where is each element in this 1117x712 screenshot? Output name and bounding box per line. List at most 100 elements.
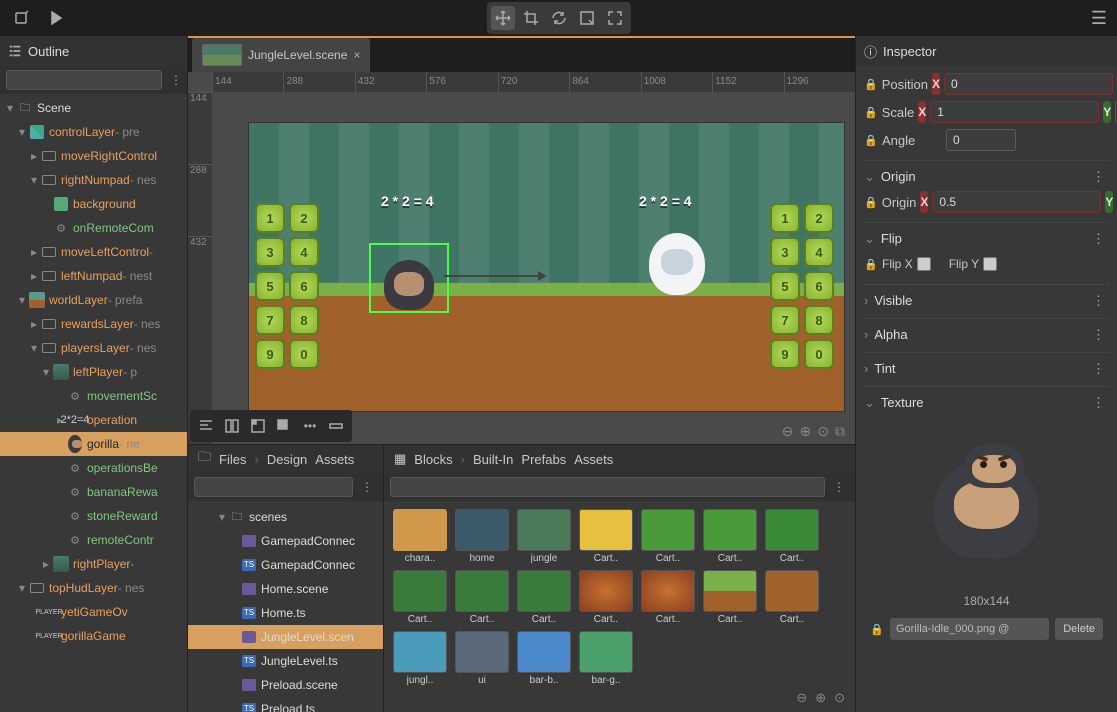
numkey-7[interactable]: 7	[255, 305, 285, 335]
outline-menu-icon[interactable]: ⋮	[166, 73, 186, 87]
origin-section[interactable]: ⌄Origin ⋮	[864, 160, 1109, 188]
lock-icon[interactable]: 🔒	[864, 78, 878, 91]
angle-input[interactable]	[946, 129, 1016, 151]
tab-jungle-level[interactable]: JungleLevel.scene ×	[192, 38, 370, 72]
more-icon[interactable]: •••	[298, 414, 322, 438]
tree-item-yetiGameOv[interactable]: PLAYERyetiGameOv	[0, 600, 187, 624]
blocks-search-input[interactable]	[390, 477, 825, 497]
section-menu-icon[interactable]: ⋮	[1088, 361, 1109, 377]
numkey-1[interactable]: 1	[770, 203, 800, 233]
window-icon[interactable]	[246, 414, 270, 438]
tree-item-operation[interactable]: ▸2*2=4operation	[0, 408, 187, 432]
asset-vine[interactable]: Cart..	[392, 570, 448, 625]
file-Home.scene[interactable]: Home.scene	[188, 577, 383, 601]
file-Home.ts[interactable]: TSHome.ts	[188, 601, 383, 625]
align-left-icon[interactable]	[194, 414, 218, 438]
asset-dirt[interactable]: Cart..	[764, 570, 820, 625]
numkey-8[interactable]: 8	[804, 305, 834, 335]
zoom-in-icon[interactable]: ⊕	[800, 423, 812, 440]
numkey-3[interactable]: 3	[255, 237, 285, 267]
flipy-checkbox[interactable]	[983, 257, 997, 271]
tree-item-stoneReward[interactable]: ⚙stoneReward	[0, 504, 187, 528]
numkey-9[interactable]: 9	[255, 339, 285, 369]
grid-icon[interactable]	[272, 414, 296, 438]
bc-assets2[interactable]: Assets	[574, 452, 613, 467]
numkey-2[interactable]: 2	[804, 203, 834, 233]
asset-chara[interactable]: chara..	[392, 509, 448, 564]
snap-tool-icon[interactable]	[575, 6, 599, 30]
numkey-0[interactable]: 0	[289, 339, 319, 369]
scale-x-input[interactable]	[930, 101, 1099, 123]
alpha-section[interactable]: ›Alpha ⋮	[864, 318, 1109, 346]
bc-blocks[interactable]: Blocks	[414, 452, 452, 467]
files-menu-icon[interactable]: ⋮	[357, 480, 377, 494]
tree-item-operationsBe[interactable]: ⚙operationsBe	[0, 456, 187, 480]
asset-jungl[interactable]: jungl..	[392, 631, 448, 686]
tree-item-topHudLayer[interactable]: ▾topHudLayer - nes	[0, 576, 187, 600]
tree-item-gorillaGame[interactable]: PLAYERgorillaGame	[0, 624, 187, 648]
bc-builtin[interactable]: Built-In	[473, 452, 513, 467]
gorilla-selection[interactable]	[369, 243, 449, 313]
file-scenes-folder[interactable]: ▾🗀scenes	[188, 505, 383, 529]
numkey-9[interactable]: 9	[770, 339, 800, 369]
lock-icon[interactable]: 🔒	[864, 134, 878, 147]
asset-home[interactable]: home	[454, 509, 510, 564]
file-Preload.scene[interactable]: Preload.scene	[188, 673, 383, 697]
numkey-2[interactable]: 2	[289, 203, 319, 233]
flipx-checkbox[interactable]	[917, 257, 931, 271]
asset-banana[interactable]: Cart..	[578, 509, 634, 564]
asset-grass3[interactable]: Cart..	[764, 509, 820, 564]
section-menu-icon[interactable]: ⋮	[1088, 231, 1109, 247]
asset-vine2[interactable]: Cart..	[454, 570, 510, 625]
numkey-3[interactable]: 3	[770, 237, 800, 267]
tree-item-moveLeftControl[interactable]: ▸moveLeftControl -	[0, 240, 187, 264]
numkey-0[interactable]: 0	[804, 339, 834, 369]
bc-assets[interactable]: Assets	[315, 452, 354, 467]
section-menu-icon[interactable]: ⋮	[1088, 395, 1109, 411]
numkey-8[interactable]: 8	[289, 305, 319, 335]
flip-section[interactable]: ⌄Flip ⋮	[864, 222, 1109, 250]
tree-item-leftPlayer[interactable]: ▾leftPlayer - p	[0, 360, 187, 384]
asset-jungle[interactable]: jungle	[516, 509, 572, 564]
zoom-fit-icon[interactable]: ⧉	[835, 423, 845, 440]
asset-zoom-reset-icon[interactable]: ⊙	[834, 690, 845, 706]
tree-item-gorilla[interactable]: gorilla - ne	[0, 432, 187, 456]
tree-item-rightPlayer[interactable]: ▸rightPlayer -	[0, 552, 187, 576]
refresh-tool-icon[interactable]	[547, 6, 571, 30]
zoom-out-icon[interactable]: ⊖	[782, 423, 794, 440]
position-x-input[interactable]	[944, 73, 1113, 95]
asset-grass2[interactable]: Cart..	[702, 509, 758, 564]
bc-files[interactable]: Files	[219, 452, 246, 467]
section-menu-icon[interactable]: ⋮	[1088, 293, 1109, 309]
move-tool-icon[interactable]	[491, 6, 515, 30]
tree-item-rewardsLayer[interactable]: ▸rewardsLayer - nes	[0, 312, 187, 336]
tree-item-rightNumpad[interactable]: ▾rightNumpad - nes	[0, 168, 187, 192]
asset-vine3[interactable]: Cart..	[516, 570, 572, 625]
numkey-4[interactable]: 4	[804, 237, 834, 267]
visible-section[interactable]: ›Visible ⋮	[864, 284, 1109, 312]
texture-name[interactable]: Gorilla-Idle_000.png @	[890, 618, 1049, 640]
lock-icon[interactable]: 🔒	[864, 106, 878, 119]
scene-root[interactable]: ▾ 🗀 Scene	[0, 96, 187, 120]
zoom-reset-icon[interactable]: ⊙	[817, 423, 829, 440]
tree-item-leftNumpad[interactable]: ▸leftNumpad - nest	[0, 264, 187, 288]
lock-icon[interactable]: 🔒	[870, 623, 884, 636]
tree-item-moveRightControl[interactable]: ▸moveRightControl	[0, 144, 187, 168]
lock-icon[interactable]: 🔒	[864, 196, 878, 209]
tree-item-playersLayer[interactable]: ▾playersLayer - nes	[0, 336, 187, 360]
numkey-5[interactable]: 5	[255, 271, 285, 301]
blocks-menu-icon[interactable]: ⋮	[829, 480, 849, 494]
file-GamepadConnec2[interactable]: TSGamepadConnec	[188, 553, 383, 577]
translate-handle[interactable]	[444, 275, 544, 277]
play-icon[interactable]	[44, 6, 68, 30]
outline-search-input[interactable]	[6, 70, 162, 90]
section-menu-icon[interactable]: ⋮	[1088, 327, 1109, 343]
asset-ui[interactable]: ui	[454, 631, 510, 686]
tree-item-movementSc[interactable]: ⚙movementSc	[0, 384, 187, 408]
tree-item-background[interactable]: background	[0, 192, 187, 216]
fullscreen-tool-icon[interactable]	[603, 6, 627, 30]
bc-prefabs[interactable]: Prefabs	[521, 452, 566, 467]
split-icon[interactable]	[220, 414, 244, 438]
numkey-6[interactable]: 6	[289, 271, 319, 301]
file-JungleLevel.ts[interactable]: TSJungleLevel.ts	[188, 649, 383, 673]
